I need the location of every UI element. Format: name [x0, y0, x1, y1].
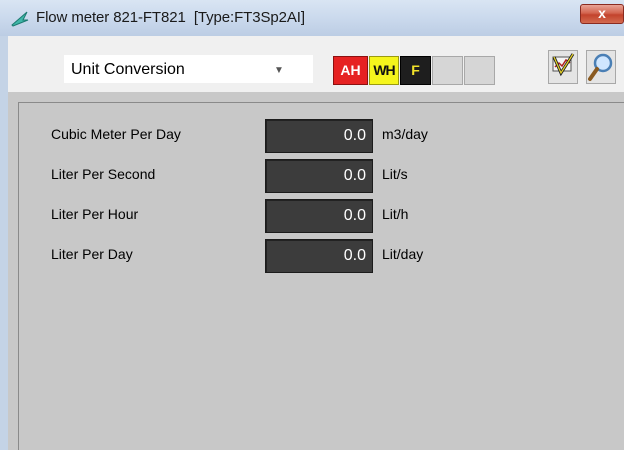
value-display: 0.0	[265, 119, 373, 153]
value-text: 0.0	[343, 247, 366, 264]
magnifier-icon	[587, 53, 615, 87]
row-label: Liter Per Day	[51, 246, 133, 262]
toolbar: Unit Conversion ▼ AH WH F	[8, 36, 624, 92]
search-button[interactable]	[586, 50, 616, 84]
value-text: 0.0	[343, 207, 366, 224]
title-bar[interactable]: Flow meter 821-FT821 [Type:FT3Sp2AI] x	[0, 0, 624, 36]
unit-label: Lit/day	[382, 246, 424, 262]
warning-high-indicator[interactable]: WH	[369, 56, 399, 85]
value-text: 0.0	[343, 127, 366, 144]
row-label: Cubic Meter Per Day	[51, 126, 181, 142]
close-button[interactable]: x	[580, 4, 624, 24]
faceplate-window: Flow meter 821-FT821 [Type:FT3Sp2AI] x U…	[0, 0, 624, 450]
value-display: 0.0	[265, 239, 373, 273]
trend-button[interactable]	[548, 50, 578, 84]
trend-check-icon	[549, 53, 577, 87]
blank-indicator-2[interactable]	[464, 56, 495, 85]
panel-frame: Cubic Meter Per Day 0.0 m3/day Liter Per…	[18, 102, 624, 450]
conversion-row: Cubic Meter Per Day 0.0 m3/day	[19, 119, 624, 153]
row-label: Liter Per Second	[51, 166, 156, 182]
value-display: 0.0	[265, 199, 373, 233]
value-text: 0.0	[343, 167, 366, 184]
conversion-row: Liter Per Hour 0.0 Lit/h	[19, 199, 624, 233]
conversion-row: Liter Per Day 0.0 Lit/day	[19, 239, 624, 273]
value-display: 0.0	[265, 159, 373, 193]
unit-label: m3/day	[382, 126, 428, 142]
row-label: Liter Per Hour	[51, 206, 139, 222]
view-select[interactable]: Unit Conversion ▼	[64, 55, 313, 83]
unit-label: Lit/s	[382, 166, 408, 182]
unit-conversion-panel: Cubic Meter Per Day 0.0 m3/day Liter Per…	[8, 92, 624, 450]
flow-meter-icon	[10, 8, 30, 28]
unit-label: Lit/h	[382, 206, 409, 222]
dropdown-arrow-icon[interactable]: ▼	[274, 65, 284, 76]
fault-indicator[interactable]: F	[400, 56, 431, 85]
view-select-value: Unit Conversion	[71, 61, 185, 78]
alarm-high-indicator[interactable]: AH	[333, 56, 368, 85]
blank-indicator-1[interactable]	[432, 56, 463, 85]
close-icon: x	[598, 5, 606, 21]
window-title: Flow meter 821-FT821 [Type:FT3Sp2AI]	[36, 9, 305, 26]
conversion-row: Liter Per Second 0.0 Lit/s	[19, 159, 624, 193]
